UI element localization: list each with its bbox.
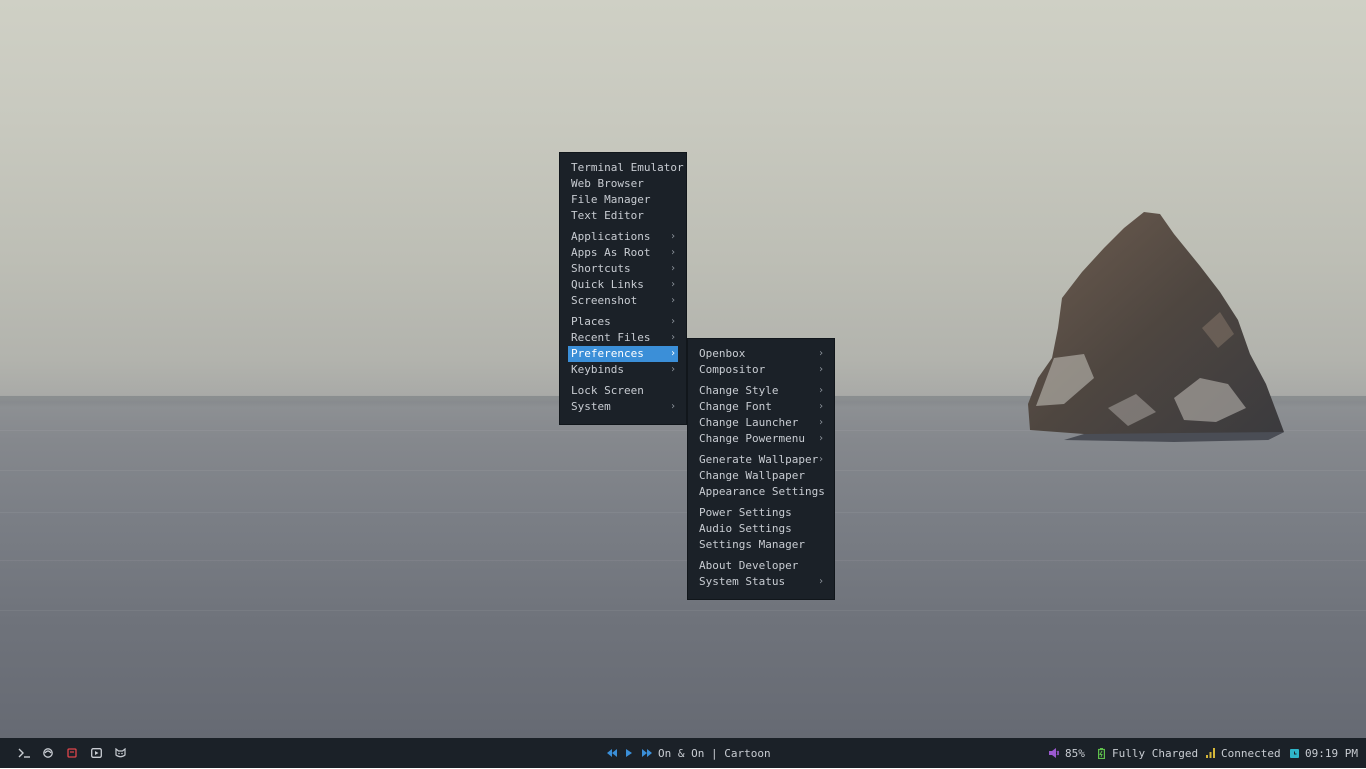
clock-time: 09:19 PM (1305, 747, 1358, 760)
submenu-arrow-icon: › (817, 401, 824, 412)
taskbar: On & On | Cartoon 85% Fully Charged Conn… (0, 738, 1366, 768)
submenu-arrow-icon: › (669, 332, 676, 343)
menu-item-keybinds[interactable]: Keybinds › (560, 362, 686, 378)
menu-item-label: Compositor (699, 363, 766, 376)
submenu-arrow-icon: › (669, 295, 676, 306)
menu-item-label: Lock Screen (571, 384, 644, 397)
battery-status: Fully Charged (1112, 747, 1199, 760)
menu-item-audio-settings[interactable]: Audio Settings (688, 521, 834, 537)
menu-item-label: Appearance Settings (699, 485, 825, 498)
previous-track-icon[interactable] (606, 747, 617, 759)
submenu-arrow-icon: › (817, 576, 824, 587)
menu-item-label: System (571, 400, 611, 413)
submenu-arrow-icon: › (817, 364, 824, 375)
menu-item-compositor[interactable]: Compositor › (688, 362, 834, 378)
menu-item-label: Preferences (571, 347, 644, 360)
submenu-arrow-icon: › (817, 454, 824, 465)
menu-item-lock-screen[interactable]: Lock Screen (560, 383, 686, 399)
next-track-icon[interactable] (641, 747, 652, 759)
menu-item-label: Change Launcher (699, 416, 799, 429)
menu-item-power-settings[interactable]: Power Settings (688, 505, 834, 521)
submenu-arrow-icon: › (817, 417, 824, 428)
menu-item-label: File Manager (571, 193, 651, 206)
menu-item-generate-wallpaper[interactable]: Generate Wallpaper › (688, 452, 834, 468)
network-signal-icon[interactable] (1205, 747, 1215, 759)
menu-item-apps-as-root[interactable]: Apps As Root › (560, 245, 686, 261)
menu-item-label: Recent Files (571, 331, 651, 344)
menu-item-label: Terminal Emulator (571, 161, 684, 174)
menu-item-label: Keybinds (571, 363, 624, 376)
menu-item-change-wallpaper[interactable]: Change Wallpaper (688, 468, 834, 484)
submenu-arrow-icon: › (669, 231, 676, 242)
preferences-submenu: Openbox › Compositor › Change Style › Change F… (688, 339, 834, 599)
volume-level[interactable]: 85% (1065, 738, 1085, 769)
menu-item-shortcuts[interactable]: Shortcuts › (560, 261, 686, 277)
submenu-arrow-icon: › (669, 364, 676, 375)
file-manager-icon[interactable] (66, 747, 78, 759)
menu-item-label: Change Wallpaper (699, 469, 805, 482)
menu-item-system-status[interactable]: System Status › (688, 574, 834, 590)
menu-item-label: Change Font (699, 400, 772, 413)
media-player-icon[interactable] (90, 747, 102, 759)
menu-item-label: About Developer (699, 559, 799, 572)
browser-icon[interactable] (42, 747, 54, 759)
sea-rock (1028, 212, 1284, 442)
menu-item-label: Text Editor (571, 209, 644, 222)
menu-item-label: Power Settings (699, 506, 792, 519)
menu-item-label: System Status (699, 575, 786, 588)
menu-item-terminal-emulator[interactable]: Terminal Emulator (560, 160, 686, 176)
submenu-arrow-icon: › (817, 348, 824, 359)
menu-item-places[interactable]: Places › (560, 314, 686, 330)
menu-item-label: Quick Links (571, 278, 644, 291)
menu-item-quick-links[interactable]: Quick Links › (560, 277, 686, 293)
submenu-arrow-icon: › (669, 316, 676, 327)
menu-item-applications[interactable]: Applications › (560, 229, 686, 245)
submenu-arrow-icon: › (669, 263, 676, 274)
terminal-icon[interactable] (17, 747, 31, 759)
clock-icon (1289, 747, 1299, 759)
battery-icon (1097, 747, 1106, 759)
play-icon[interactable] (625, 747, 633, 759)
menu-item-openbox[interactable]: Openbox › (688, 346, 834, 362)
menu-item-recent-files[interactable]: Recent Files › (560, 330, 686, 346)
submenu-arrow-icon: › (817, 385, 824, 396)
menu-item-label: Shortcuts (571, 262, 631, 275)
menu-item-label: Audio Settings (699, 522, 792, 535)
menu-item-label: Web Browser (571, 177, 644, 190)
menu-item-change-font[interactable]: Change Font › (688, 399, 834, 415)
submenu-arrow-icon: › (669, 247, 676, 258)
now-playing-label[interactable]: On & On | Cartoon (658, 738, 771, 769)
menu-item-label: Change Powermenu (699, 432, 805, 445)
menu-item-text-editor[interactable]: Text Editor (560, 208, 686, 224)
menu-item-label: Change Style (699, 384, 779, 397)
menu-item-change-style[interactable]: Change Style › (688, 383, 834, 399)
volume-icon[interactable] (1048, 747, 1059, 759)
menu-item-label: Openbox (699, 347, 746, 360)
menu-item-change-powermenu[interactable]: Change Powermenu › (688, 431, 834, 447)
menu-item-label: Screenshot (571, 294, 638, 307)
menu-item-label: Settings Manager (699, 538, 805, 551)
submenu-arrow-icon: › (669, 348, 676, 359)
menu-item-web-browser[interactable]: Web Browser (560, 176, 686, 192)
menu-item-label: Applications (571, 230, 651, 243)
menu-item-file-manager[interactable]: File Manager (560, 192, 686, 208)
menu-item-screenshot[interactable]: Screenshot › (560, 293, 686, 309)
openbox-root-menu: Terminal Emulator Web Browser File Manager… (560, 153, 686, 424)
submenu-arrow-icon: › (669, 401, 676, 412)
menu-item-change-launcher[interactable]: Change Launcher › (688, 415, 834, 431)
network-status[interactable]: Connected (1221, 738, 1281, 769)
menu-item-settings-manager[interactable]: Settings Manager (688, 537, 834, 553)
submenu-arrow-icon: › (817, 433, 824, 444)
menu-item-about-developer[interactable]: About Developer (688, 558, 834, 574)
cat-icon[interactable] (114, 747, 126, 759)
submenu-arrow-icon: › (669, 279, 676, 290)
menu-item-system[interactable]: System › (560, 399, 686, 415)
menu-item-label: Places (571, 315, 611, 328)
menu-item-preferences[interactable]: Preferences › (568, 346, 678, 362)
menu-item-label: Generate Wallpaper (699, 453, 819, 466)
menu-item-label: Apps As Root (571, 246, 651, 259)
menu-item-appearance-settings[interactable]: Appearance Settings (688, 484, 834, 500)
